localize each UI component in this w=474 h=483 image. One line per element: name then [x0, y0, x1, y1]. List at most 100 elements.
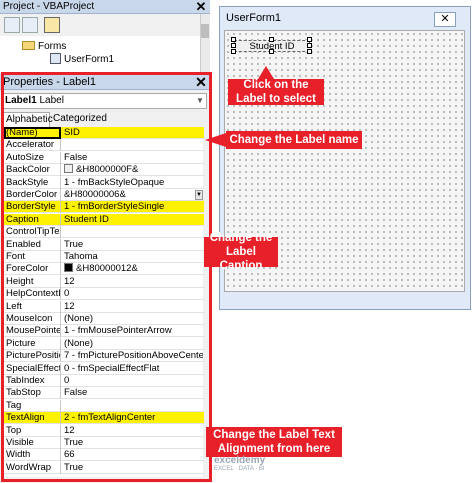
resize-handle[interactable] [231, 43, 236, 48]
property-name: MousePointer [6, 325, 61, 338]
property-name: Font [4, 251, 61, 263]
property-value[interactable]: &H80000012& [63, 263, 203, 275]
tab-categorized[interactable]: Categorized [50, 112, 107, 127]
chevron-down-icon[interactable]: ▼ [194, 94, 206, 108]
property-value[interactable]: Student ID [63, 214, 203, 226]
property-row-tabindex[interactable]: TabIndex 0 [4, 375, 204, 387]
property-value[interactable]: 0 [63, 288, 203, 300]
property-row-bordercolor[interactable]: BorderColor &H80000006& ▼ [4, 189, 204, 201]
property-value[interactable]: True [63, 437, 203, 449]
property-row-caption[interactable]: Caption Student ID [4, 213, 204, 226]
resize-handle[interactable] [307, 49, 312, 54]
property-value[interactable] [63, 139, 203, 151]
property-name: ControlTipText [6, 226, 61, 239]
property-row-forecolor[interactable]: ForeColor &H80000012& [4, 263, 204, 276]
property-value[interactable] [63, 400, 203, 412]
property-value[interactable]: Tahoma [63, 251, 203, 263]
view-object-icon[interactable] [22, 17, 38, 33]
property-row-autosize[interactable]: AutoSize False [4, 151, 204, 164]
property-value[interactable]: 1 - fmBorderStyleSingle [63, 201, 203, 213]
property-value[interactable]: 0 [63, 375, 203, 387]
property-value[interactable]: 7 - fmPicturePositionAboveCenter [63, 350, 203, 362]
property-row-pictureposition[interactable]: PicturePosition7 - fmPicturePositionAbov… [4, 350, 204, 363]
resize-handle[interactable] [307, 37, 312, 42]
property-name: Visible [4, 437, 61, 449]
property-value[interactable]: &H8000000F& [63, 164, 203, 176]
resize-handle[interactable] [269, 37, 274, 42]
object-selector-combo[interactable]: Label1 Label [2, 93, 207, 109]
property-name: TabStop [4, 387, 61, 400]
project-toolbar [0, 14, 210, 36]
property-value[interactable] [63, 226, 203, 238]
property-value[interactable]: SID [63, 127, 203, 139]
property-row-mousepointer[interactable]: MousePointer 1 - fmMousePointerArrow [4, 325, 204, 338]
property-name: Top [4, 424, 61, 437]
project-scroll-thumb[interactable] [201, 24, 209, 38]
callout-change-name: Change the Label name [226, 131, 362, 149]
property-row-enabled[interactable]: Enabled True [4, 238, 204, 251]
property-value[interactable]: True [63, 239, 203, 251]
tree-item-forms[interactable]: Forms [22, 40, 66, 54]
property-name: Tag [4, 399, 61, 412]
dropdown-arrow-icon[interactable]: ▼ [195, 190, 203, 200]
resize-handle[interactable] [231, 49, 236, 54]
resize-handle[interactable] [231, 37, 236, 42]
property-value[interactable]: 12 [63, 301, 203, 313]
property-row-top[interactable]: Top 12 [4, 424, 204, 437]
toggle-folders-icon[interactable] [44, 17, 60, 33]
property-row-font[interactable]: Font Tahoma [4, 251, 204, 263]
color-swatch-icon [64, 164, 73, 174]
property-value[interactable]: False [63, 152, 203, 164]
property-value[interactable]: (None) [63, 338, 203, 350]
property-value[interactable]: 2 - fmTextAlignCenter [63, 412, 203, 424]
property-row-picture[interactable]: Picture (None) [4, 337, 204, 350]
property-value[interactable]: 66 [63, 449, 203, 461]
project-scrollbar[interactable] [200, 14, 210, 72]
resize-handle[interactable] [307, 43, 312, 48]
property-row-tag[interactable]: Tag [4, 399, 204, 412]
property-row-width[interactable]: Width 66 [4, 449, 204, 462]
property-value[interactable]: 1 - fmBackStyleOpaque [63, 177, 203, 189]
property-value[interactable]: False [63, 387, 203, 399]
property-name: Accelerator [4, 139, 61, 152]
property-name: Height [4, 275, 61, 288]
property-value[interactable]: 1 - fmMousePointerArrow [63, 325, 203, 337]
property-row-left[interactable]: Left 12 [4, 300, 204, 313]
property-row-specialeffect[interactable]: SpecialEffect 0 - fmSpecialEffectFlat [4, 362, 204, 375]
tree-item-userform1[interactable]: UserForm1 [50, 53, 114, 67]
property-row-backcolor[interactable]: BackColor &H8000000F& [4, 164, 204, 177]
property-row-helpcontextid[interactable]: HelpContextID0 [4, 288, 204, 301]
properties-close-icon[interactable]: ✕ [192, 74, 210, 90]
property-name: SpecialEffect [6, 362, 61, 375]
view-code-icon[interactable] [4, 17, 20, 33]
property-row-textalign[interactable]: TextAlign 2 - fmTextAlignCenter [4, 412, 204, 425]
property-row-backstyle[interactable]: BackStyle 1 - fmBackStyleOpaque [4, 176, 204, 189]
property-value[interactable]: 12 [63, 276, 203, 288]
tab-alphabetic[interactable]: Alphabetic [2, 112, 53, 127]
property-row-borderstyle[interactable]: BorderStyle 1 - fmBorderStyleSingle [4, 201, 204, 214]
property-name: TabIndex [4, 375, 61, 387]
callout-change-caption: Change the Label Caption [204, 232, 278, 272]
property-row-wordwrap[interactable]: WordWrap True [4, 461, 204, 474]
callout-arrow-left [205, 133, 226, 147]
properties-pane-title: Properties - Label1 [0, 74, 212, 90]
property-value[interactable]: (None) [63, 313, 203, 325]
property-name: BorderColor [4, 189, 61, 201]
property-row-height[interactable]: Height 12 [4, 275, 204, 288]
property-value[interactable]: 12 [63, 425, 203, 437]
property-row-name[interactable]: (Name) SID [4, 127, 204, 139]
userform-close-icon[interactable]: ✕ [434, 12, 456, 27]
callout-change-textalign: Change the Label Text Alignment from her… [206, 427, 342, 457]
property-row-tabstop[interactable]: TabStop False [4, 387, 204, 400]
resize-handle[interactable] [269, 49, 274, 54]
property-row-controltiptext[interactable]: ControlTipText [4, 226, 204, 239]
project-close-icon[interactable]: ✕ [193, 0, 209, 14]
property-value[interactable]: True [63, 462, 203, 474]
property-value[interactable]: 0 - fmSpecialEffectFlat [63, 363, 203, 375]
property-name: BorderStyle [4, 201, 61, 214]
property-row-accelerator[interactable]: Accelerator [4, 139, 204, 152]
property-value[interactable]: &H80000006& [63, 189, 203, 201]
property-name: TextAlign [4, 412, 61, 425]
property-row-mouseicon[interactable]: MouseIcon (None) [4, 313, 204, 325]
property-row-visible[interactable]: Visible True [4, 437, 204, 449]
